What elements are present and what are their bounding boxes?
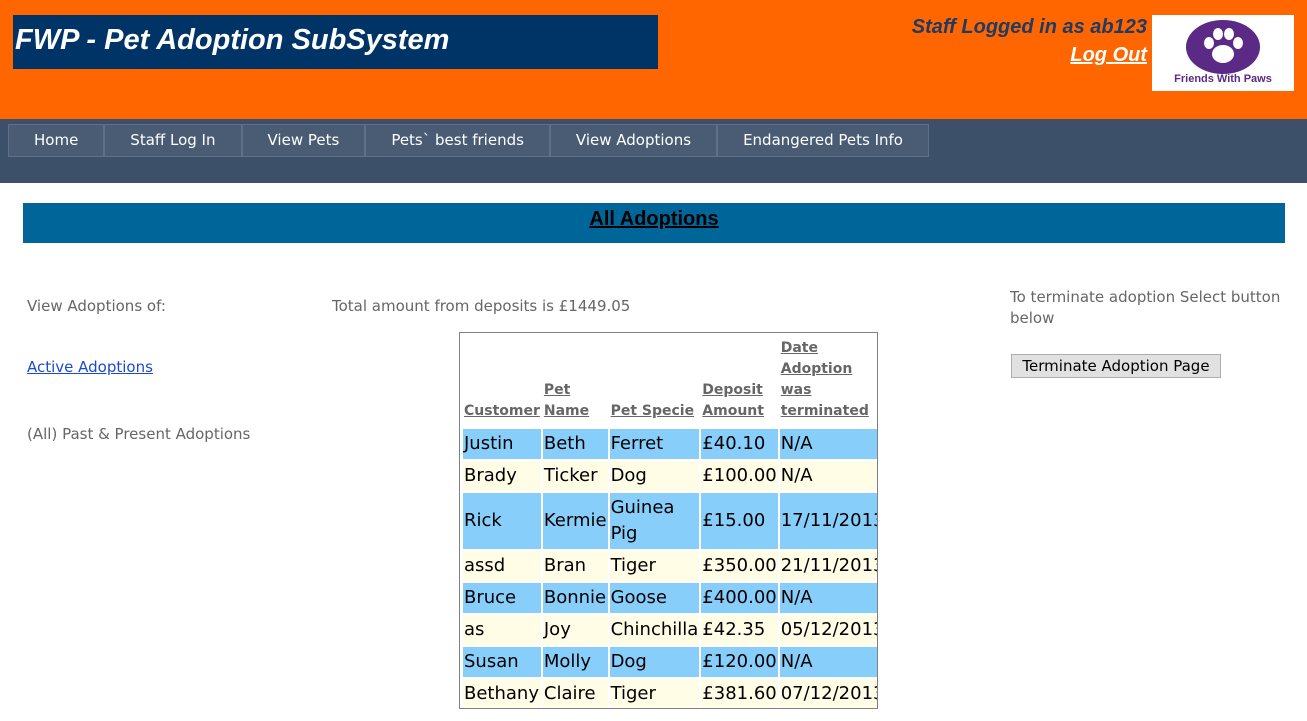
- terminate-hint: To terminate adoption Select button belo…: [1010, 288, 1281, 327]
- cell-deposit-amount: £42.35: [701, 615, 778, 645]
- header-pet-specie[interactable]: Pet Specie: [610, 337, 700, 427]
- cell-customer: as: [463, 615, 541, 645]
- table-row: Bethany Claire Tiger £381.60 07/12/2013: [463, 679, 877, 708]
- cell-deposit-amount: £15.00: [701, 493, 778, 549]
- adoptions-table: Customer Pet Name Pet Specie Deposit Amo…: [461, 335, 877, 708]
- cell-pet-specie: Chinchilla: [609, 615, 700, 645]
- terminate-adoption-page-button[interactable]: Terminate Adoption Page: [1011, 354, 1221, 378]
- cell-customer: Bethany: [463, 679, 541, 708]
- table-row: as Joy Chinchilla £42.35 05/12/2013: [463, 615, 877, 645]
- cell-pet-specie: Guinea Pig: [609, 493, 700, 549]
- logo-text: Friends With Paws: [1174, 73, 1272, 85]
- cell-pet-specie: Dog: [609, 461, 700, 491]
- cell-pet-name: Ticker: [542, 461, 608, 491]
- header-deposit-amount[interactable]: Deposit Amount: [701, 337, 777, 427]
- cell-pet-name: Bran: [542, 551, 608, 581]
- navbar: Home Staff Log In View Pets Pets` best f…: [0, 119, 1307, 183]
- nav-list: Home Staff Log In View Pets Pets` best f…: [8, 124, 929, 157]
- cell-deposit-amount: £400.00: [701, 583, 778, 613]
- table-row: Brady Ticker Dog £100.00 N/A: [463, 461, 877, 491]
- table-row: Rick Kermie Guinea Pig £15.00 17/11/2013: [463, 493, 877, 549]
- table-row: assd Bran Tiger £350.00 21/11/2013: [463, 551, 877, 581]
- logout-link[interactable]: Log Out: [1070, 44, 1147, 67]
- adoptions-table-container: Customer Pet Name Pet Specie Deposit Amo…: [459, 332, 878, 709]
- header-customer[interactable]: Customer: [463, 337, 541, 427]
- cell-pet-specie: Dog: [609, 647, 700, 677]
- cell-pet-specie: Goose: [609, 583, 700, 613]
- cell-pet-name: Beth: [542, 429, 608, 459]
- all-adoptions-label: (All) Past & Present Adoptions: [27, 425, 251, 443]
- cell-date-terminated: 07/12/2013: [779, 679, 877, 708]
- cell-customer: Justin: [463, 429, 541, 459]
- cell-date-terminated: N/A: [779, 647, 877, 677]
- page-title: All Adoptions: [589, 208, 719, 230]
- header: FWP - Pet Adoption SubSystem Staff Logge…: [0, 0, 1307, 119]
- app-title: FWP - Pet Adoption SubSystem: [15, 24, 450, 56]
- cell-pet-name: Kermie: [542, 493, 608, 549]
- cell-customer: Bruce: [463, 583, 541, 613]
- page-banner: All Adoptions: [23, 203, 1285, 243]
- cell-customer: Susan: [463, 647, 541, 677]
- table-body: Justin Beth Ferret £40.10 N/A Brady Ticker Dog £…: [463, 429, 877, 708]
- nav-pets-best-friends[interactable]: Pets` best friends: [365, 124, 550, 157]
- staff-login-status: Staff Logged in as ab123: [911, 16, 1147, 38]
- cell-date-terminated: 05/12/2013: [779, 615, 877, 645]
- cell-pet-name: Claire: [542, 679, 608, 708]
- cell-date-terminated: 17/11/2013: [779, 493, 877, 549]
- cell-customer: assd: [463, 551, 541, 581]
- active-adoptions-link[interactable]: Active Adoptions: [27, 358, 153, 376]
- table-header-row: Customer Pet Name Pet Specie Deposit Amo…: [463, 337, 877, 427]
- paw-icon: [1186, 20, 1260, 74]
- nav-view-pets[interactable]: View Pets: [241, 124, 366, 157]
- cell-date-terminated: N/A: [779, 583, 877, 613]
- cell-deposit-amount: £381.60: [701, 679, 778, 708]
- title-box: FWP - Pet Adoption SubSystem: [13, 15, 658, 69]
- cell-deposit-amount: £100.00: [701, 461, 778, 491]
- cell-date-terminated: N/A: [779, 429, 877, 459]
- cell-deposit-amount: £40.10: [701, 429, 778, 459]
- header-pet-name[interactable]: Pet Name: [543, 337, 608, 427]
- logo: Friends With Paws: [1152, 15, 1294, 91]
- table-row: Susan Molly Dog £120.00 N/A: [463, 647, 877, 677]
- table-row: Justin Beth Ferret £40.10 N/A: [463, 429, 877, 459]
- cell-deposit-amount: £350.00: [701, 551, 778, 581]
- cell-customer: Brady: [463, 461, 541, 491]
- cell-customer: Rick: [463, 493, 541, 549]
- cell-date-terminated: N/A: [779, 461, 877, 491]
- total-deposits-text: Total amount from deposits is £1449.05: [332, 297, 631, 315]
- nav-endangered-pets-info[interactable]: Endangered Pets Info: [717, 124, 929, 157]
- cell-pet-specie: Ferret: [609, 429, 700, 459]
- cell-pet-specie: Tiger: [609, 551, 700, 581]
- nav-staff-log-in[interactable]: Staff Log In: [104, 124, 242, 157]
- view-adoptions-label: View Adoptions of:: [27, 297, 166, 315]
- cell-pet-specie: Tiger: [609, 679, 700, 708]
- cell-deposit-amount: £120.00: [701, 647, 778, 677]
- nav-view-adoptions[interactable]: View Adoptions: [549, 124, 718, 157]
- table-row: Bruce Bonnie Goose £400.00 N/A: [463, 583, 877, 613]
- cell-pet-name: Joy: [542, 615, 608, 645]
- nav-home[interactable]: Home: [8, 124, 105, 157]
- header-date-terminated[interactable]: Date Adoption was terminated: [780, 337, 877, 427]
- cell-pet-name: Molly: [542, 647, 608, 677]
- cell-date-terminated: 21/11/2013: [779, 551, 877, 581]
- cell-pet-name: Bonnie: [542, 583, 608, 613]
